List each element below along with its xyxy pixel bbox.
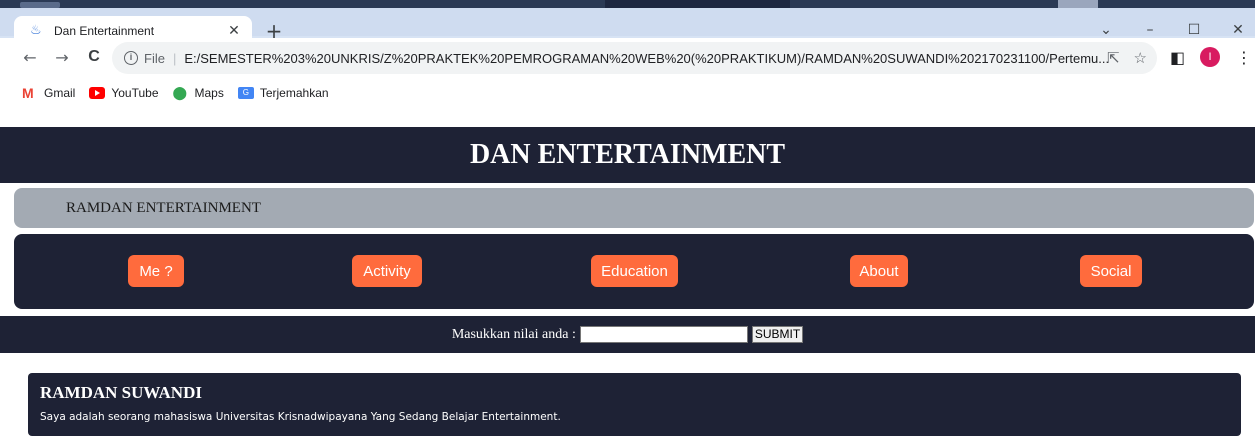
share-icon[interactable]: ⇱	[1107, 49, 1120, 67]
site-header: DAN ENTERTAINMENT	[0, 127, 1255, 183]
menu-kebab-icon[interactable]: ⋮	[1236, 48, 1252, 67]
java-favicon-icon: ♨	[30, 23, 42, 38]
gmail-icon: M	[22, 85, 34, 101]
reload-icon[interactable]: C	[84, 48, 104, 66]
info-icon[interactable]: i	[124, 51, 138, 65]
subtitle-bar: RAMDAN ENTERTAINMENT	[14, 188, 1254, 228]
form-label: Masukkan nilai anda :	[451, 326, 576, 342]
tab-close-icon[interactable]: ✕	[226, 23, 242, 39]
input-form: Masukkan nilai anda : SUBMIT	[0, 316, 1255, 353]
page-content: DAN ENTERTAINMENT RAMDAN ENTERTAINMENT M…	[0, 127, 1255, 436]
bookmark-star-icon[interactable]: ☆	[1134, 49, 1147, 67]
translate-icon: G	[237, 87, 254, 99]
taskbar-item	[1058, 0, 1098, 8]
profile-card: RAMDAN SUWANDI Saya adalah seorang mahas…	[28, 373, 1241, 436]
omnibox-actions: ⇱ ☆	[1107, 49, 1147, 67]
taskbar-item	[605, 0, 790, 8]
browser-toolbar: ← → C i File | E:/SEMESTER%203%20UNKRIS/…	[0, 38, 1255, 80]
bookmark-youtube[interactable]: YouTube	[89, 86, 159, 100]
maximize-button[interactable]: ☐	[1184, 22, 1204, 38]
profile-name: RAMDAN SUWANDI	[40, 383, 202, 402]
submit-button[interactable]: SUBMIT	[751, 326, 804, 343]
tab-title: Dan Entertainment	[54, 24, 155, 38]
nav-button-activity[interactable]: Activity	[352, 255, 422, 287]
address-bar[interactable]: i File | E:/SEMESTER%203%20UNKRIS/Z%20PR…	[112, 42, 1157, 74]
youtube-icon	[89, 87, 106, 99]
profile-avatar[interactable]: I	[1200, 47, 1220, 67]
url-text: E:/SEMESTER%203%20UNKRIS/Z%20PRAKTEK%20P…	[184, 50, 1110, 66]
bookmark-translate[interactable]: G Terjemahkan	[237, 86, 329, 100]
bookmark-label: Gmail	[44, 86, 76, 100]
nav-button-me[interactable]: Me ?	[128, 255, 184, 287]
scheme-label: File	[144, 50, 165, 66]
forward-arrow-icon[interactable]: →	[52, 48, 72, 67]
nav-button-about[interactable]: About	[850, 255, 908, 287]
os-taskbar-strip	[0, 0, 1255, 8]
omnibox-divider: |	[172, 50, 177, 66]
bookmark-label: Maps	[194, 86, 224, 100]
nav-button-education[interactable]: Education	[591, 255, 678, 287]
side-panel-icon[interactable]: ◧	[1170, 48, 1185, 67]
score-input[interactable]	[579, 326, 748, 343]
bookmark-gmail[interactable]: M Gmail	[22, 86, 75, 100]
subtitle-text: RAMDAN ENTERTAINMENT	[66, 199, 261, 216]
bookmark-label: Terjemahkan	[259, 86, 329, 100]
bookmarks-bar: M Gmail YouTube ⬤ Maps G Terjemahkan	[0, 80, 1255, 106]
bookmark-maps[interactable]: ⬤ Maps	[173, 86, 224, 100]
nav-menu: Me ? Activity Education About Social	[14, 234, 1254, 309]
bookmark-label: YouTube	[111, 86, 159, 100]
close-window-button[interactable]: ✕	[1228, 22, 1248, 38]
page-title: DAN ENTERTAINMENT	[469, 139, 786, 170]
minimize-button[interactable]: –	[1140, 22, 1160, 38]
tab-search-icon[interactable]: ⌄	[1096, 22, 1116, 38]
back-arrow-icon[interactable]: ←	[20, 48, 40, 67]
maps-icon: ⬤	[172, 85, 188, 100]
nav-button-social[interactable]: Social	[1080, 255, 1142, 287]
profile-description: Saya adalah seorang mahasiswa Universita…	[40, 411, 561, 423]
